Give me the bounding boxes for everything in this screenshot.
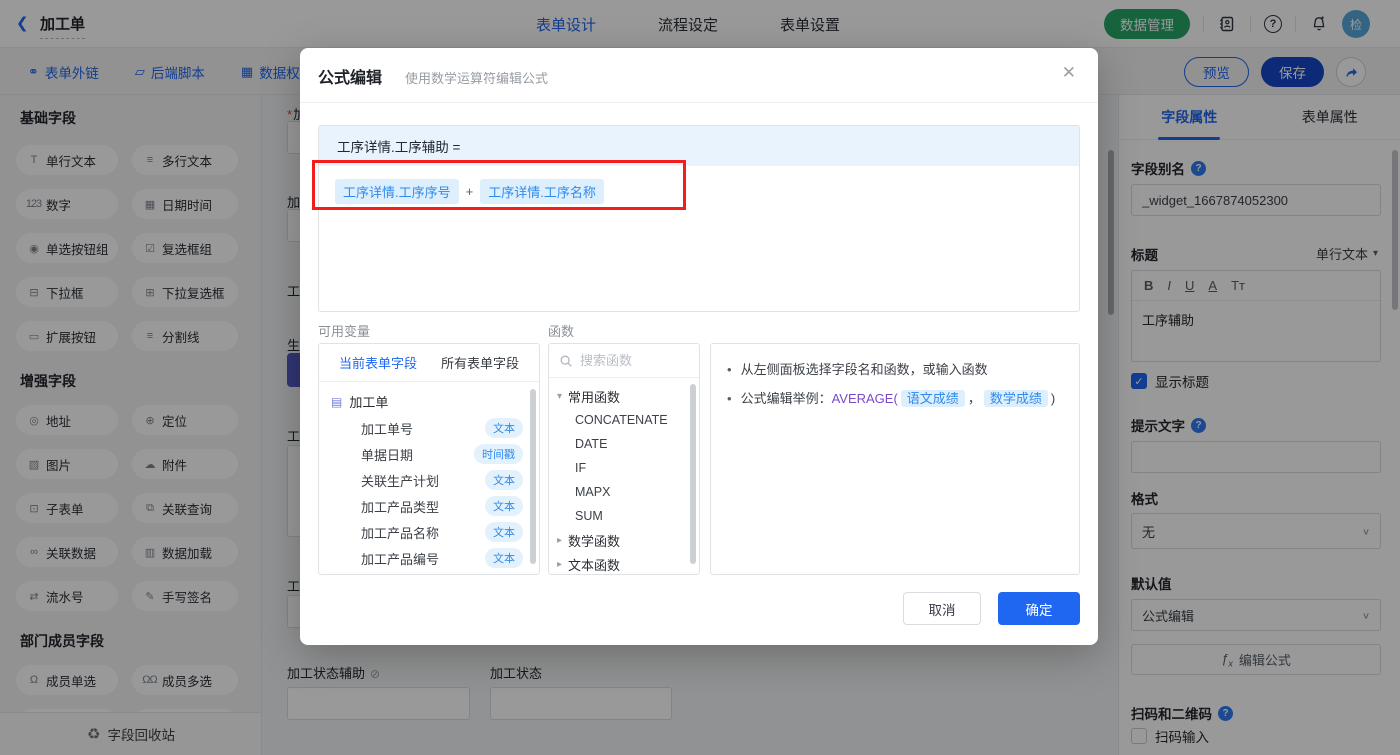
form-tree-root[interactable]: ▤ 加工单 bbox=[319, 382, 539, 415]
variable-field-row[interactable]: 关联生产计划 文本 bbox=[319, 467, 539, 493]
formula-edit-modal: 公式编辑 使用数学运算符编辑公式 ✕ 工序详情.工序辅助 = 工序详情.工序序号… bbox=[300, 48, 1098, 645]
tip-row: • 从左侧面板选择字段名和函数，或输入函数 bbox=[727, 360, 1063, 379]
example-field-chip: 数学成绩 bbox=[983, 390, 1048, 407]
function-list: CONCATENATE DATE IF MAPX SUM bbox=[549, 408, 699, 528]
variable-field-name: 关联生产计划 bbox=[361, 473, 440, 489]
function-group-collapsed[interactable]: ▸ 数学函数 bbox=[549, 528, 699, 552]
variables-scrollbar[interactable] bbox=[530, 389, 536, 564]
functions-label: 函数 bbox=[548, 324, 575, 339]
variable-type-badge: 文本 bbox=[485, 418, 523, 438]
variable-field-name: 单据日期 bbox=[361, 447, 414, 463]
variable-field-name: 加工产品名称 bbox=[361, 525, 440, 541]
function-item[interactable]: IF bbox=[549, 456, 699, 480]
form-doc-icon: ▤ bbox=[331, 394, 343, 409]
modal-header: 公式编辑 使用数学运算符编辑公式 ✕ bbox=[300, 48, 1098, 103]
cancel-button[interactable]: 取消 bbox=[903, 592, 981, 625]
example-function-name: AVERAGE( bbox=[831, 391, 898, 406]
search-icon bbox=[560, 355, 572, 367]
example-field-chip: 语文成绩 bbox=[900, 390, 965, 407]
function-group-common[interactable]: ▾ 常用函数 bbox=[549, 384, 699, 408]
formula-editor[interactable]: 工序详情.工序辅助 = 工序详情.工序序号 + 工序详情.工序名称 bbox=[318, 125, 1080, 312]
function-search-input[interactable] bbox=[580, 353, 680, 368]
variable-field-row[interactable]: 加工产品编号 文本 bbox=[319, 545, 539, 571]
modal-title: 公式编辑 bbox=[318, 70, 383, 87]
variable-type-badge: 文本 bbox=[485, 548, 523, 568]
function-group-label: 常用函数 bbox=[568, 389, 621, 405]
close-icon[interactable]: ✕ bbox=[1062, 63, 1076, 83]
formula-expression[interactable]: 工序详情.工序序号 + 工序详情.工序名称 bbox=[319, 166, 1079, 217]
formula-help-panel: • 从左侧面板选择字段名和函数，或输入函数 • 公式编辑举例：AVERAGE(语… bbox=[710, 343, 1080, 575]
variable-type-badge: 文本 bbox=[485, 522, 523, 542]
function-item[interactable]: SUM bbox=[549, 504, 699, 528]
modal-subtitle: 使用数学运算符编辑公式 bbox=[405, 71, 549, 86]
chevron-right-icon: ▸ bbox=[557, 558, 563, 570]
variable-field-row[interactable]: 加工产品类型 文本 bbox=[319, 493, 539, 519]
variables-label: 可用变量 bbox=[318, 324, 371, 339]
variables-tabs: 当前表单字段 所有表单字段 bbox=[319, 344, 539, 382]
chevron-right-icon: ▸ bbox=[557, 534, 563, 546]
function-item[interactable]: MAPX bbox=[549, 480, 699, 504]
function-group-label: 数学函数 bbox=[568, 533, 621, 549]
variable-type-badge: 文本 bbox=[485, 470, 523, 490]
function-item[interactable]: CONCATENATE bbox=[549, 408, 699, 432]
field-chip[interactable]: 工序详情.工序序号 bbox=[335, 179, 459, 204]
variable-field-name: 加工产品编号 bbox=[361, 551, 440, 567]
function-item[interactable]: DATE bbox=[549, 432, 699, 456]
functions-panel: ▾ 常用函数 CONCATENATE DATE IF MAPX SUM ▸ 数学… bbox=[548, 343, 700, 575]
tab-all-form-fields[interactable]: 所有表单字段 bbox=[441, 353, 519, 372]
function-group-collapsed[interactable]: ▸ 文本函数 bbox=[549, 552, 699, 574]
tip-example: 公式编辑举例：AVERAGE(语文成绩，数学成绩) bbox=[740, 390, 1056, 407]
tip-text: 从左侧面板选择字段名和函数，或输入函数 bbox=[740, 362, 988, 377]
collapsed-function-groups: ▸ 数学函数 ▸ 文本函数 bbox=[549, 528, 699, 574]
form-tree-root-label: 加工单 bbox=[349, 395, 389, 410]
bullet-icon: • bbox=[727, 362, 732, 377]
bullet-icon: • bbox=[727, 391, 732, 406]
formula-target: 工序详情.工序辅助 = bbox=[319, 126, 1079, 166]
variable-field-row[interactable]: 加工产品名称 文本 bbox=[319, 519, 539, 545]
field-chip[interactable]: 工序详情.工序名称 bbox=[480, 179, 604, 204]
variable-type-badge: 时间戳 bbox=[474, 444, 523, 464]
functions-scrollbar[interactable] bbox=[690, 384, 696, 564]
variable-field-name: 加工产品类型 bbox=[361, 499, 440, 515]
variable-field-name: 加工单号 bbox=[361, 421, 414, 437]
tip-example-row: • 公式编辑举例：AVERAGE(语文成绩，数学成绩) bbox=[727, 389, 1063, 408]
tab-current-form-fields[interactable]: 当前表单字段 bbox=[339, 353, 417, 372]
plus-operator: + bbox=[465, 184, 474, 199]
variable-field-row[interactable]: 单据日期 时间戳 bbox=[319, 441, 539, 467]
variables-panel: 当前表单字段 所有表单字段 ▤ 加工单 加工单号 文本 单据日期 时间戳 关联生… bbox=[318, 343, 540, 575]
variable-type-badge: 文本 bbox=[485, 496, 523, 516]
variable-field-list: 加工单号 文本 单据日期 时间戳 关联生产计划 文本 加工产品类型 文本 加工产… bbox=[319, 415, 539, 571]
chevron-down-icon: ▾ bbox=[557, 390, 563, 402]
function-search[interactable] bbox=[549, 344, 699, 378]
confirm-button[interactable]: 确定 bbox=[998, 592, 1080, 625]
variable-field-row[interactable]: 加工单号 文本 bbox=[319, 415, 539, 441]
function-group-label: 文本函数 bbox=[568, 557, 621, 573]
